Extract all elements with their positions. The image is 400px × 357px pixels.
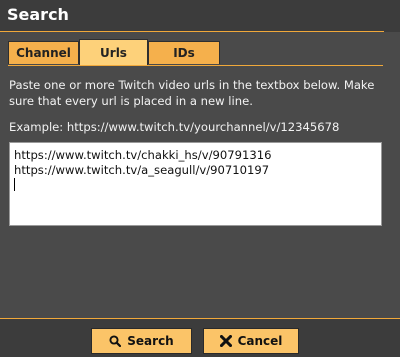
example-text: Example: https://www.twitch.tv/yourchann… xyxy=(9,120,340,134)
cancel-button-label: Cancel xyxy=(237,334,283,348)
urls-textbox[interactable]: https://www.twitch.tv/chakki_hs/v/907913… xyxy=(9,142,382,226)
search-icon xyxy=(109,335,122,347)
tab-divider xyxy=(8,65,383,66)
cancel-button[interactable]: Cancel xyxy=(203,328,299,354)
search-button-label: Search xyxy=(127,334,174,348)
text-caret xyxy=(14,178,15,191)
tab-channel[interactable]: Channel xyxy=(8,41,79,64)
title-divider xyxy=(0,31,384,32)
url-line: https://www.twitch.tv/a_seagull/v/907101… xyxy=(14,163,270,177)
footer-bar xyxy=(0,319,400,357)
instructions-text: Paste one or more Twitch video urls in t… xyxy=(9,78,375,108)
dialog-title: Search xyxy=(7,5,69,24)
tab-ids[interactable]: IDs xyxy=(148,41,220,64)
url-line: https://www.twitch.tv/chakki_hs/v/907913… xyxy=(14,148,272,162)
tab-urls[interactable]: Urls xyxy=(79,39,148,65)
close-icon xyxy=(219,335,232,347)
search-button[interactable]: Search xyxy=(91,328,192,354)
title-bar: Search xyxy=(0,0,400,32)
